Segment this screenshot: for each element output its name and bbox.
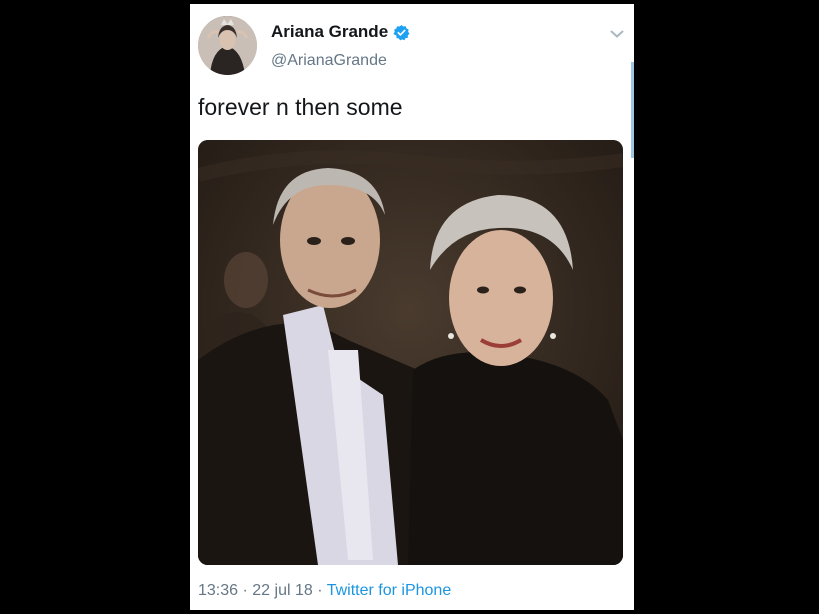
chevron-down-icon[interactable] bbox=[610, 26, 624, 44]
tweet-date[interactable]: 22 jul 18 bbox=[252, 582, 313, 599]
avatar[interactable] bbox=[198, 16, 257, 75]
user-handle[interactable]: @ArianaGrande bbox=[271, 52, 387, 70]
tweet-text: forever n then some bbox=[198, 94, 403, 120]
tweet-source-link[interactable]: Twitter for iPhone bbox=[327, 582, 452, 599]
tweet-card: Ariana Grande @ArianaGrande forever n th… bbox=[190, 4, 634, 610]
meta-separator: · bbox=[317, 582, 323, 599]
verified-badge-icon bbox=[393, 24, 410, 41]
author-name-row[interactable]: Ariana Grande bbox=[271, 22, 410, 42]
meta-separator: · bbox=[242, 582, 248, 599]
scrollbar[interactable] bbox=[631, 62, 634, 158]
tweet-time[interactable]: 13:36 bbox=[198, 582, 238, 599]
tweet-photo[interactable] bbox=[198, 140, 623, 565]
tweet-meta: 13:36 · 22 jul 18 · Twitter for iPhone bbox=[198, 582, 451, 600]
display-name[interactable]: Ariana Grande bbox=[271, 22, 388, 42]
